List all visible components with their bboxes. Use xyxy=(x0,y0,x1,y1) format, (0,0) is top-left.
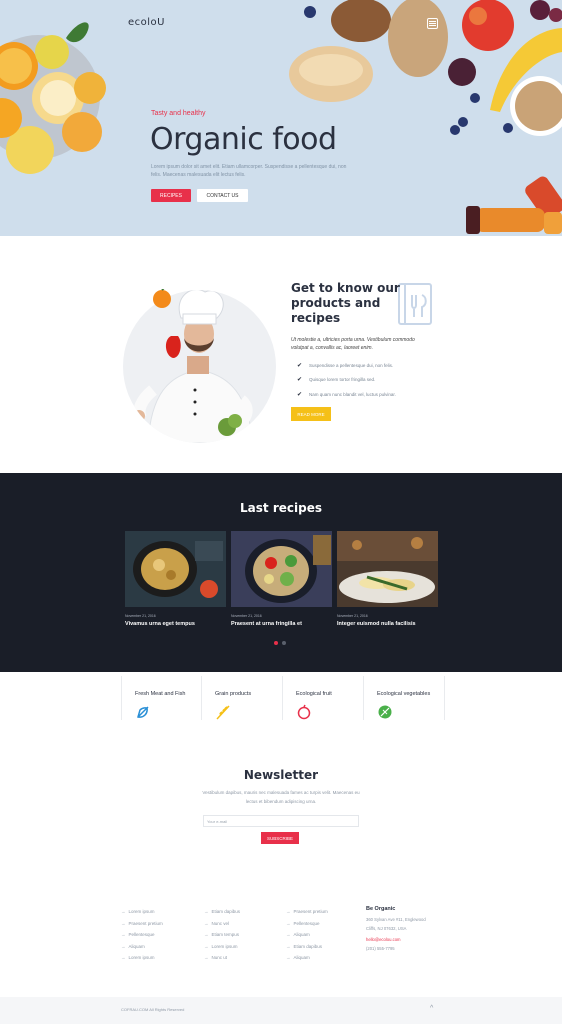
recipes-title: Last recipes xyxy=(240,501,322,515)
hero-section: ecoloU Tasty and healthy Organic food Lo… xyxy=(0,0,562,236)
arrow-icon: → xyxy=(204,932,209,938)
footer-link[interactable]: → Praesent pretium xyxy=(286,906,328,918)
arrow-icon: → xyxy=(286,955,291,961)
footer-link[interactable]: → Etiam dapibus xyxy=(204,906,240,918)
footer-link[interactable]: → Etiam dapibus xyxy=(286,941,328,953)
arrow-icon: → xyxy=(204,955,209,961)
check-icon: ✔ xyxy=(297,391,303,398)
recipe-card[interactable]: November 21, 2016 Praesent at urna fring… xyxy=(231,531,332,627)
footer-link[interactable]: → Lorem ipsum xyxy=(204,941,240,953)
arrow-icon: → xyxy=(204,920,209,926)
arrow-icon: → xyxy=(204,943,209,949)
recipe-title[interactable]: Praesent at urna fringilla et xyxy=(231,621,332,627)
feature-item: ✔ Quisque lorem tortor fringilla sed. xyxy=(297,377,376,384)
read-more-button[interactable]: READ MORE xyxy=(291,407,331,421)
footer-links-col-3: → Praesent pretium → Pellentesque → Aliquam… xyxy=(286,906,328,964)
recipe-date: November 21, 2016 xyxy=(337,614,368,618)
hero-kicker: Tasty and healthy xyxy=(151,110,206,117)
hero-description: Lorem ipsum dolor sit amet elit. Etiam u… xyxy=(151,164,347,178)
recipes-section: Last recipes November 21, 2016 Vivamus u… xyxy=(0,473,562,672)
recipe-card[interactable]: November 21, 2016 Vivamus urna eget temp… xyxy=(125,531,226,627)
footer-link[interactable]: → Nunc ut xyxy=(204,952,240,964)
hero-food-illustration xyxy=(0,0,562,234)
site-logo[interactable]: ecoloU xyxy=(128,17,165,28)
leaf-icon xyxy=(378,705,392,719)
about-title: Get to know our products and recipes xyxy=(291,281,400,325)
category-label: Grain products xyxy=(215,691,252,697)
newsletter-description: Vestibulum dapibus, mauris nec malesuada… xyxy=(202,790,360,804)
contact-us-button[interactable]: CONTACT US xyxy=(197,189,248,202)
arrow-icon: → xyxy=(204,909,209,915)
feature-item: ✔ Suspendisse a pellentesque dui, non fel… xyxy=(297,362,394,369)
footer-link[interactable]: → Nunc vel xyxy=(204,918,240,930)
category-label: Fresh Meat and Fish xyxy=(135,691,186,697)
newsletter-email-input[interactable]: Your e-mail xyxy=(203,815,359,827)
category-label: Ecological vegetables xyxy=(377,691,431,697)
footer-link[interactable]: → Pellentesque xyxy=(286,918,328,930)
back-to-top-icon[interactable]: ^ xyxy=(430,1005,433,1012)
footer-link[interactable]: → Etiam tempus xyxy=(204,929,240,941)
arrow-icon: → xyxy=(121,943,126,949)
footer-contact: Be Organic 360 Sylvan Ave #11, Englewood… xyxy=(366,906,436,953)
footer-contact-title: Be Organic xyxy=(366,906,396,912)
recipe-image[interactable] xyxy=(125,531,226,607)
footer-bottom-bar: COFRAU.COM All Rights Reserved ^ xyxy=(0,997,562,1024)
arrow-icon: → xyxy=(286,920,291,926)
arrow-icon: → xyxy=(121,909,126,915)
apple-icon xyxy=(297,704,311,720)
subscribe-button[interactable]: SUBSCRIBE xyxy=(261,832,299,844)
carousel-dots xyxy=(274,641,286,645)
footer-link[interactable]: → Praesent pretium xyxy=(121,918,163,930)
orange-icon xyxy=(153,289,171,308)
recipe-title[interactable]: Integer euismod nulla facilisis xyxy=(337,621,438,627)
footer-link[interactable]: → Aliquam xyxy=(286,952,328,964)
check-icon: ✔ xyxy=(297,362,303,369)
category-grain-products[interactable]: Grain products xyxy=(202,676,283,720)
arrow-icon: → xyxy=(286,932,291,938)
carousel-dot-active[interactable] xyxy=(274,641,278,645)
grain-icon xyxy=(216,705,230,720)
copyright-text: COFRAU.COM All Rights Reserved xyxy=(121,1007,185,1012)
newsletter-title: Newsletter xyxy=(243,768,319,782)
footer-link[interactable]: → Lorem ipsum xyxy=(121,906,163,918)
recipe-date: November 21, 2016 xyxy=(125,614,156,618)
footer-email-link[interactable]: hello@ecolou.com xyxy=(366,936,436,945)
footer-link[interactable]: → Aliquam xyxy=(286,929,328,941)
category-label: Ecological fruit xyxy=(296,691,332,697)
hamburger-menu-icon[interactable] xyxy=(427,18,438,29)
recipe-date: November 21, 2016 xyxy=(231,614,262,618)
arrow-icon: → xyxy=(121,955,126,961)
footer-address: 360 Sylvan Ave #11, Englewood Cliffs, NJ… xyxy=(366,917,426,931)
feature-item: ✔ Nam quam nunc blandit vel, luctus pulvi… xyxy=(297,391,396,398)
recipes-button[interactable]: RECIPES xyxy=(151,189,191,202)
arrow-icon: → xyxy=(121,920,126,926)
arrow-icon: → xyxy=(121,932,126,938)
footer-link[interactable]: → Pellentesque xyxy=(121,929,163,941)
arrow-icon: → xyxy=(286,943,291,949)
recipe-book-icon xyxy=(398,283,432,325)
recipe-image[interactable] xyxy=(337,531,438,607)
about-description: Ut molestie a, ultricies porta urna. Ves… xyxy=(291,337,415,351)
footer-links-col-1: → Lorem ipsum → Praesent pretium → Pellente… xyxy=(121,906,163,964)
arrow-icon: → xyxy=(286,909,291,915)
recipe-image[interactable] xyxy=(231,531,332,607)
chef-image xyxy=(123,290,276,443)
recipe-title[interactable]: Vivamus urna eget tempus xyxy=(125,621,226,627)
check-icon: ✔ xyxy=(297,377,303,384)
footer-link[interactable]: → Lorem ipsum xyxy=(121,952,163,964)
fish-icon xyxy=(137,706,149,718)
footer-phone: (201) 555-7795 xyxy=(366,945,395,951)
category-ecological-fruit[interactable]: Ecological fruit xyxy=(283,676,364,720)
about-feature-list: ✔ Suspendisse a pellentesque dui, non fel… xyxy=(297,358,396,402)
carousel-dot[interactable] xyxy=(282,641,286,645)
recipe-card[interactable]: November 21, 2016 Integer euismod nulla … xyxy=(337,531,438,627)
category-fresh-meat-fish[interactable]: Fresh Meat and Fish xyxy=(121,676,202,720)
footer-link[interactable]: → Aliquam xyxy=(121,941,163,953)
category-ecological-vegetables[interactable]: Ecological vegetables xyxy=(364,676,445,720)
hero-title: Organic food xyxy=(150,122,337,157)
category-strip: Fresh Meat and Fish Grain products Ecolo… xyxy=(121,676,445,720)
footer-links-col-2: → Etiam dapibus → Nunc vel → Etiam tempus →… xyxy=(204,906,240,964)
